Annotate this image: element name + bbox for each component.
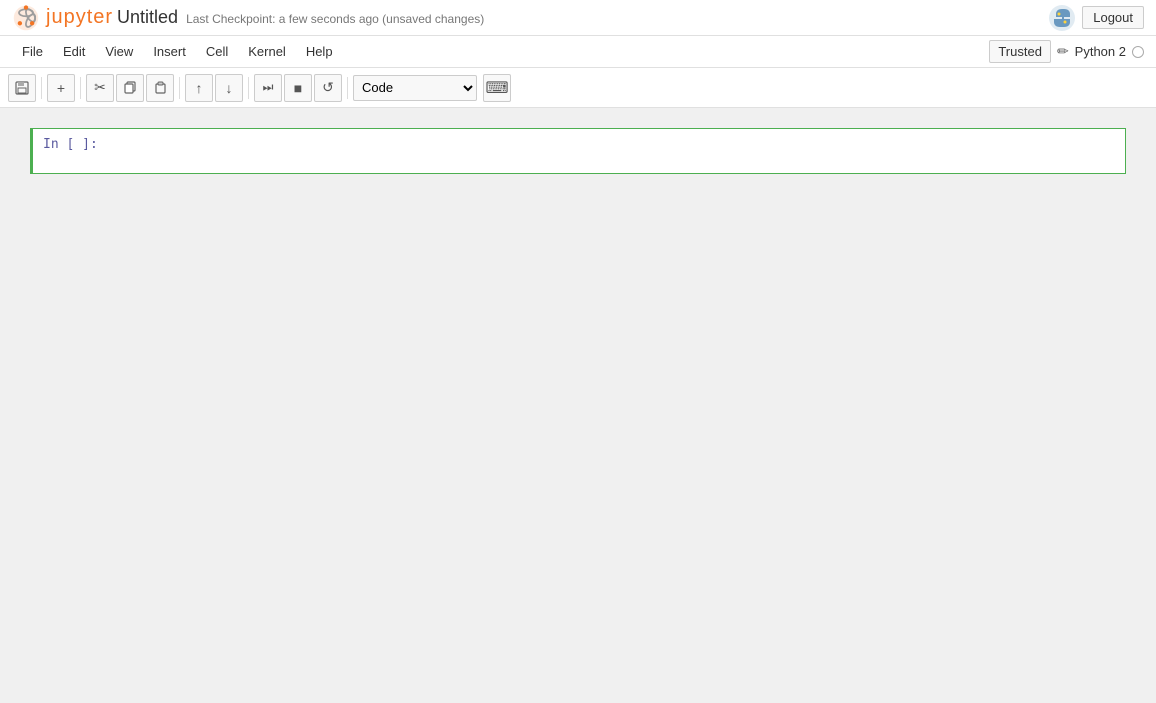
header-right: Logout <box>1048 4 1144 32</box>
jupyter-text: jupyter <box>46 6 113 29</box>
jupyter-logo-icon <box>12 4 40 32</box>
save-icon <box>15 81 29 95</box>
separator-4 <box>248 77 249 99</box>
paste-button[interactable] <box>146 74 174 102</box>
separator-1 <box>41 77 42 99</box>
separator-5 <box>347 77 348 99</box>
separator-2 <box>80 77 81 99</box>
cell-type-select[interactable]: Code Markdown Raw NBConvert Heading <box>353 75 477 101</box>
kernel-status-circle <box>1132 46 1144 58</box>
header-title-area: Untitled Last Checkpoint: a few seconds … <box>117 7 484 28</box>
save-button[interactable] <box>8 74 36 102</box>
keyboard-shortcut-button[interactable]: ⌨ <box>483 74 511 102</box>
trusted-button[interactable]: Trusted <box>989 40 1051 63</box>
checkpoint-info: Last Checkpoint: a few seconds ago (unsa… <box>186 12 484 26</box>
menu-edit[interactable]: Edit <box>53 40 95 63</box>
kernel-area: Trusted ✏ Python 2 <box>989 40 1144 63</box>
notebook-container: In [ ]: <box>0 108 1156 703</box>
add-cell-button[interactable]: + <box>47 74 75 102</box>
cell-prompt-0: In [ ]: <box>33 129 113 173</box>
menu-insert[interactable]: Insert <box>143 40 196 63</box>
separator-3 <box>179 77 180 99</box>
menu-help[interactable]: Help <box>296 40 343 63</box>
logout-button[interactable]: Logout <box>1082 6 1144 29</box>
copy-icon <box>124 81 137 94</box>
copy-button[interactable] <box>116 74 144 102</box>
restart-button[interactable]: ↺ <box>314 74 342 102</box>
move-up-button[interactable]: ↑ <box>185 74 213 102</box>
interrupt-button[interactable]: ■ <box>284 74 312 102</box>
edit-pencil-icon[interactable]: ✏ <box>1057 43 1069 60</box>
jupyter-logo: jupyter <box>12 4 113 32</box>
kernel-name-label: Python 2 <box>1075 44 1126 59</box>
paste-icon <box>154 81 167 94</box>
menu-kernel[interactable]: Kernel <box>238 40 296 63</box>
header: jupyter Untitled Last Checkpoint: a few … <box>0 0 1156 36</box>
cell-0: In [ ]: <box>30 128 1126 174</box>
toolbar: + ✂ ↑ ↓ ⏭ ■ ↺ Code Markdown Raw NBConver… <box>0 68 1156 108</box>
menu-view[interactable]: View <box>95 40 143 63</box>
python-logo-icon <box>1048 4 1076 32</box>
menu-file[interactable]: File <box>12 40 53 63</box>
run-next-button[interactable]: ⏭ <box>254 74 282 102</box>
menu-cell[interactable]: Cell <box>196 40 238 63</box>
notebook-name[interactable]: Untitled <box>117 7 178 28</box>
move-down-button[interactable]: ↓ <box>215 74 243 102</box>
cut-button[interactable]: ✂ <box>86 74 114 102</box>
menubar: File Edit View Insert Cell Kernel Help T… <box>0 36 1156 68</box>
cell-input-0[interactable] <box>113 129 1125 173</box>
